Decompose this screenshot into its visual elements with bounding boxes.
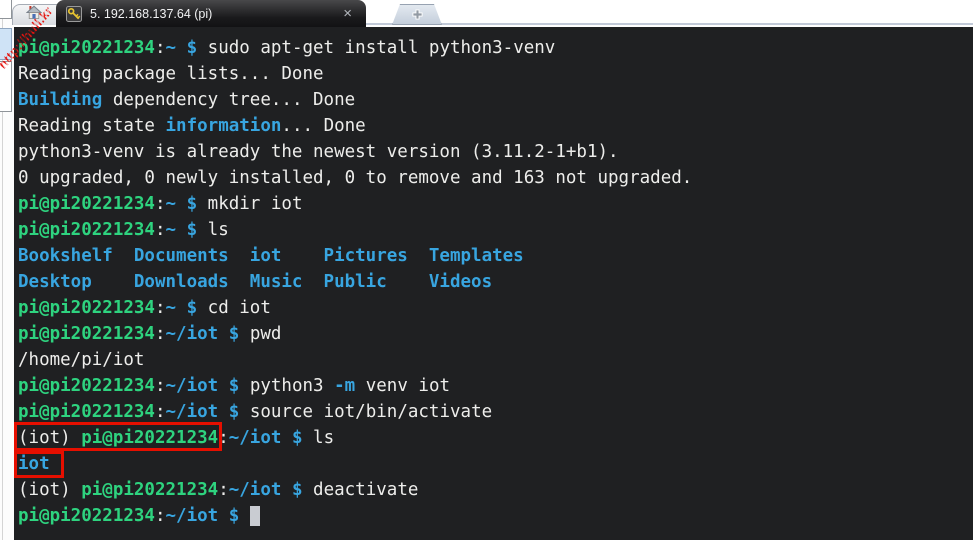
highlight-box-iot-dir — [14, 451, 64, 478]
tab-title: 5. 192.168.137.64 (pi) — [90, 7, 331, 21]
terminal-cursor — [250, 506, 261, 526]
terminal-line: Reading state information... Done — [18, 113, 973, 139]
terminal-line: Reading package lists... Done — [18, 61, 973, 87]
plus-icon — [411, 8, 424, 21]
terminal-line: pi@pi20221234:~ $ mkdir iot — [18, 191, 973, 217]
terminal-line: 0 upgraded, 0 newly installed, 0 to remo… — [18, 165, 973, 191]
terminal-line: Bookshelf Documents iot Pictures Templat… — [18, 243, 973, 269]
highlight-box-venv-prompt — [14, 422, 222, 451]
key-icon — [66, 6, 82, 22]
app-window: 5. 192.168.137.64 (pi) × pi@pi20221234:~… — [0, 0, 973, 540]
new-tab-button[interactable] — [392, 4, 442, 25]
terminal-line: pi@pi20221234:~/iot $ pwd — [18, 321, 973, 347]
terminal-line: pi@pi20221234:~ $ ls — [18, 217, 973, 243]
terminal-line: pi@pi20221234:~ $ sudo apt-get install p… — [18, 35, 973, 61]
background-window-box — [0, 0, 12, 19]
terminal-output: pi@pi20221234:~ $ sudo apt-get install p… — [18, 35, 973, 529]
tab-active-session[interactable]: 5. 192.168.137.64 (pi) × — [56, 0, 366, 27]
terminal-screen[interactable]: pi@pi20221234:~ $ sudo apt-get install p… — [14, 27, 973, 540]
terminal-line: Desktop Downloads Music Public Videos — [18, 269, 973, 295]
background-window-edge — [0, 0, 14, 540]
terminal-line: /home/pi/iot — [18, 347, 973, 373]
terminal-line: iot — [18, 451, 973, 477]
close-icon[interactable]: × — [339, 6, 356, 21]
terminal-line: (iot) pi@pi20221234:~/iot $ deactivate — [18, 477, 973, 503]
terminal-line: pi@pi20221234:~ $ cd iot — [18, 295, 973, 321]
terminal-line: Building dependency tree... Done — [18, 87, 973, 113]
terminal-line: pi@pi20221234:~/iot $ python3 -m venv io… — [18, 373, 973, 399]
terminal-line: python3-venv is already the newest versi… — [18, 139, 973, 165]
terminal-line: pi@pi20221234:~/iot $ — [18, 503, 973, 529]
tab-bar: 5. 192.168.137.64 (pi) × — [14, 0, 973, 25]
